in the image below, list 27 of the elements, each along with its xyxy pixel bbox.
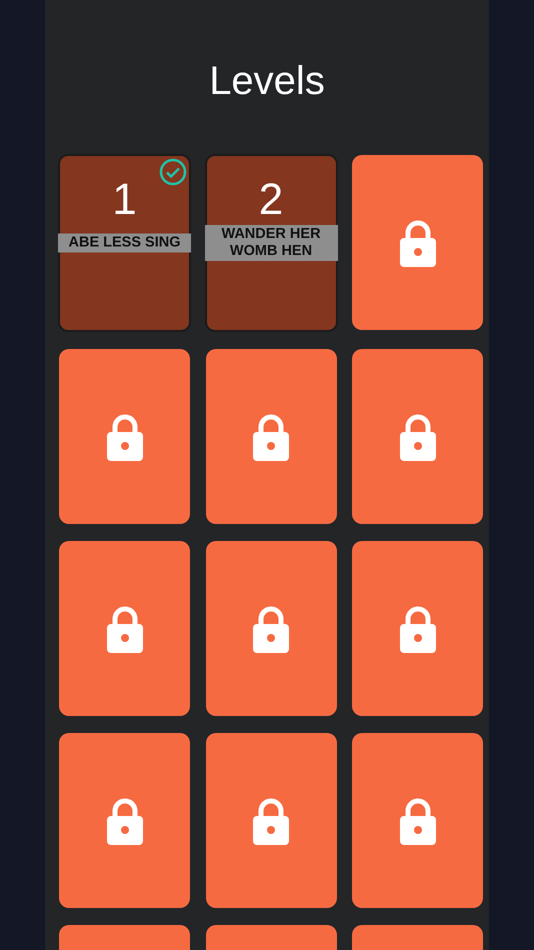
level-number: 2 — [258, 178, 284, 222]
level-card[interactable]: WANDER HER WOMB HEN 2 — [204, 154, 338, 332]
lock-icon — [253, 604, 289, 652]
locked-level-card[interactable] — [59, 733, 190, 908]
locked-level-card[interactable] — [59, 541, 190, 716]
locked-level-card[interactable] — [352, 541, 483, 716]
level-card[interactable]: ABE LESS SING 1 — [58, 154, 191, 332]
locked-level-card[interactable] — [352, 733, 483, 908]
lock-icon — [106, 412, 142, 460]
lock-icon — [400, 796, 436, 844]
lock-icon — [400, 412, 436, 460]
lock-icon — [253, 796, 289, 844]
lock-icon — [400, 604, 436, 652]
lock-icon — [400, 218, 436, 266]
lock-icon — [253, 412, 289, 460]
level-number: 1 — [111, 178, 138, 222]
locked-level-card[interactable] — [206, 733, 336, 908]
locked-level-card[interactable] — [352, 155, 483, 330]
locked-level-card[interactable] — [206, 541, 336, 716]
locked-level-card[interactable] — [352, 349, 483, 524]
page-title: Levels — [208, 58, 326, 97]
lock-icon — [106, 604, 142, 652]
phrase-label: WANDER HER WOMB HEN — [204, 225, 338, 261]
lock-icon — [106, 796, 142, 844]
locked-level-card[interactable] — [206, 349, 336, 524]
locked-level-card[interactable] — [59, 349, 190, 524]
phrase-label: ABE LESS SING — [58, 234, 191, 252]
